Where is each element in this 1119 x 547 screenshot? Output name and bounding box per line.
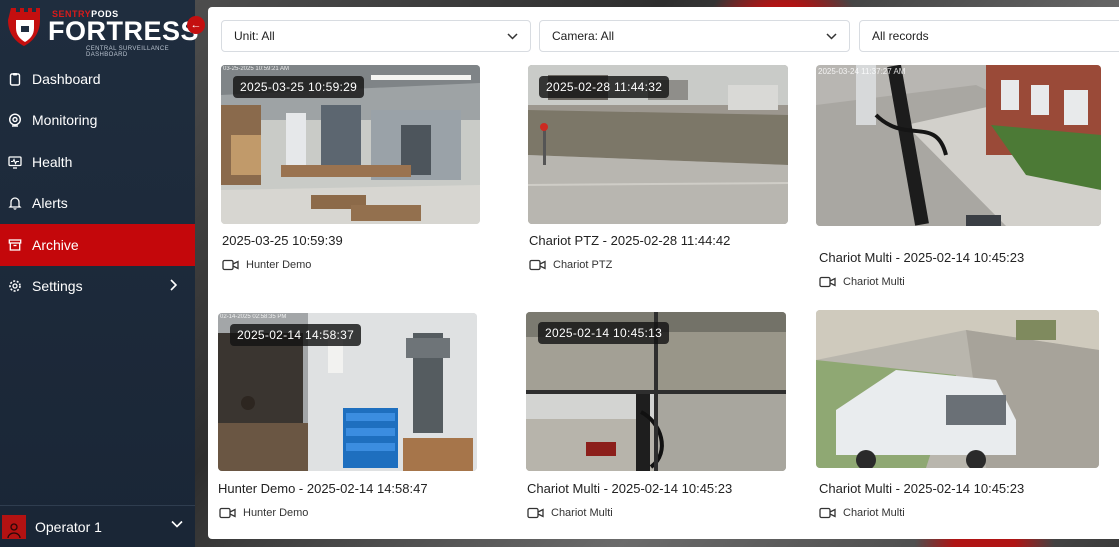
- recording-title[interactable]: Chariot Multi - 2025-02-14 10:45:23: [819, 250, 1024, 265]
- timestamp-badge: 2025-02-14 14:58:37: [230, 324, 362, 346]
- sidebar-item-label: Alerts: [32, 195, 68, 212]
- sidebar-nav: Dashboard Monitoring Health Alerts Archi…: [0, 58, 195, 307]
- archive-panel: Unit: All Camera: All All records 03-25-…: [208, 7, 1119, 539]
- recording-thumbnail[interactable]: 2025-02-14 10:45:13: [526, 312, 786, 471]
- archive-box-icon: [8, 239, 22, 251]
- chevron-down-icon: [507, 33, 518, 40]
- sidebar-item-label: Health: [32, 153, 73, 170]
- chevron-right-icon: [170, 278, 177, 291]
- sidebar-item-label: Settings: [32, 278, 83, 295]
- camera-name: Chariot PTZ: [553, 259, 613, 271]
- target-icon: [8, 113, 22, 127]
- sidewalk-image: [816, 65, 1101, 226]
- sidebar-item-dashboard[interactable]: Dashboard: [0, 58, 195, 100]
- chevron-down-icon: [826, 33, 837, 40]
- recording-camera: Hunter Demo: [219, 507, 308, 519]
- recording-thumbnail[interactable]: 2025-03-24 11:37:27 AM: [816, 65, 1101, 226]
- recording-thumbnail[interactable]: 2025-02-28 11:44:32: [528, 65, 788, 224]
- recording-camera: Chariot PTZ: [529, 259, 612, 271]
- recording-title[interactable]: Hunter Demo - 2025-02-14 14:58:47: [218, 481, 428, 496]
- camera-overlay-text: 2025-03-24 11:37:27 AM: [818, 67, 906, 76]
- user-menu[interactable]: Operator 1: [0, 505, 195, 547]
- collapse-sidebar-button[interactable]: ←: [187, 16, 205, 34]
- video-camera-icon: [219, 507, 236, 519]
- clipboard-icon: [9, 72, 21, 86]
- brand-tagline: CENTRAL SURVEILLANCE DASHBOARD: [86, 46, 170, 58]
- video-camera-icon: [222, 259, 239, 271]
- camera-name: Hunter Demo: [243, 507, 309, 519]
- timestamp-badge: 2025-02-28 11:44:32: [539, 76, 670, 98]
- logo[interactable]: SENTRYPODS FORTRESS CENTRAL SURVEILLANCE…: [8, 6, 199, 58]
- camera-name: Chariot Multi: [551, 507, 613, 519]
- chevron-down-icon: [171, 520, 183, 528]
- video-camera-icon: [819, 507, 836, 519]
- bell-icon: [8, 197, 22, 210]
- recording-camera: Chariot Multi: [819, 507, 905, 519]
- unit-filter-select[interactable]: Unit: All: [221, 20, 531, 52]
- unit-filter-value: Unit: All: [234, 29, 275, 43]
- recording-title[interactable]: Chariot Multi - 2025-02-14 10:45:23: [819, 481, 1024, 496]
- recording-thumbnail[interactable]: 02-14-2025 02:58:35 PM 2025-02-14 14:58:…: [218, 313, 477, 471]
- gear-icon: [9, 280, 21, 293]
- shield-logo-icon: [8, 8, 40, 46]
- video-camera-icon: [819, 276, 836, 288]
- camera-overlay-text: 02-14-2025 02:58:35 PM: [220, 314, 287, 320]
- camera-filter-value: Camera: All: [552, 29, 615, 43]
- recording-title[interactable]: 2025-03-25 10:59:39: [222, 233, 343, 248]
- sidebar-item-label: Monitoring: [32, 112, 98, 129]
- recording-title[interactable]: Chariot Multi - 2025-02-14 10:45:23: [527, 481, 732, 496]
- timestamp-badge: 2025-02-14 10:45:13: [538, 322, 670, 344]
- sidebar-item-settings[interactable]: Settings: [0, 266, 195, 308]
- video-camera-icon: [527, 507, 544, 519]
- sidebar-item-alerts[interactable]: Alerts: [0, 183, 195, 225]
- records-filter-value: All records: [872, 29, 929, 43]
- timestamp-badge: 2025-03-25 10:59:29: [233, 76, 365, 98]
- user-name: Operator 1: [35, 518, 102, 535]
- recording-thumbnail[interactable]: [816, 310, 1099, 468]
- arrow-left-icon: ←: [190, 19, 202, 31]
- recording-camera: Chariot Multi: [819, 276, 905, 288]
- sidebar-item-label: Archive: [32, 236, 79, 253]
- brand-name: FORTRESS: [48, 16, 200, 46]
- camera-name: Chariot Multi: [843, 276, 905, 288]
- monitor-pulse-icon: [8, 156, 22, 169]
- records-filter-select[interactable]: All records: [859, 20, 1119, 52]
- recording-thumbnail[interactable]: 03-25-2025 10:59:21 AM 2025-03-25 10:59:…: [221, 65, 480, 224]
- recording-camera: Chariot Multi: [527, 507, 613, 519]
- camera-filter-select[interactable]: Camera: All: [539, 20, 850, 52]
- camera-name: Chariot Multi: [843, 507, 905, 519]
- sidebar-item-monitoring[interactable]: Monitoring: [0, 100, 195, 142]
- sidebar-item-health[interactable]: Health: [0, 141, 195, 183]
- camera-overlay-text: 03-25-2025 10:59:21 AM: [223, 66, 290, 72]
- user-icon: [2, 514, 26, 539]
- video-camera-icon: [529, 259, 546, 271]
- sidebar-item-archive[interactable]: Archive: [0, 224, 195, 266]
- recording-title[interactable]: Chariot PTZ - 2025-02-28 11:44:42: [529, 233, 730, 248]
- sidebar-item-label: Dashboard: [32, 70, 101, 87]
- van-image: [816, 310, 1099, 468]
- sidebar: SENTRYPODS FORTRESS CENTRAL SURVEILLANCE…: [0, 0, 205, 547]
- camera-name: Hunter Demo: [246, 259, 312, 271]
- recording-camera: Hunter Demo: [222, 259, 311, 271]
